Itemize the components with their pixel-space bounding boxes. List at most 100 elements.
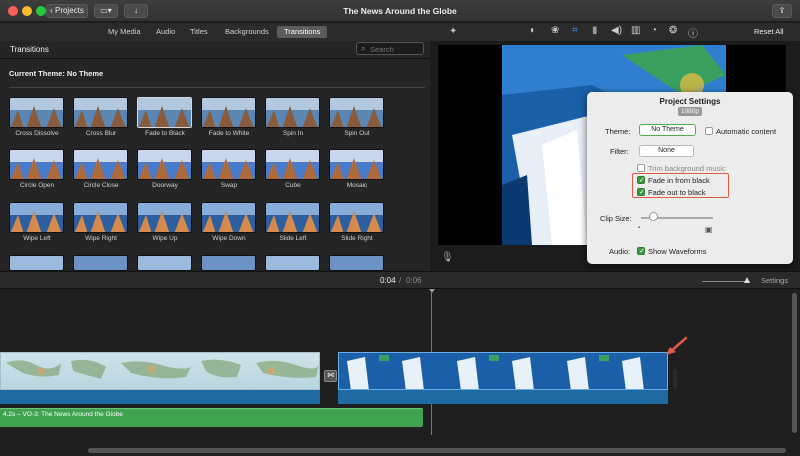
transition-label-slide-left: Slide Left (279, 235, 307, 242)
transition-label-spin-out: Spin Out (344, 130, 370, 137)
fade-out-label: Fade out to black (648, 188, 706, 197)
fade-in-label: Fade in from black (648, 176, 710, 185)
globe-clip-thumbnails (6, 359, 319, 379)
noise-reduction-icon[interactable]: ▥ (631, 25, 640, 36)
transition-thumb-spin-in[interactable] (265, 97, 320, 128)
transition-label-circle-close: Circle Close (83, 182, 119, 189)
tab-backgrounds[interactable]: Backgrounds (218, 26, 276, 38)
transition-thumb-partial[interactable] (137, 255, 192, 271)
horizontal-scrollbar[interactable] (88, 448, 786, 453)
transition-thumb-circle-close[interactable] (73, 149, 128, 180)
zoom-slider-knob[interactable] (744, 277, 750, 283)
transition-label-cube: Cube (285, 182, 301, 189)
zoom-slider-track[interactable] (702, 281, 750, 282)
transition-label-wipe-left: Wipe Left (23, 235, 51, 242)
transition-thumb-cross-blur[interactable] (73, 97, 128, 128)
transition-thumb-partial[interactable] (9, 255, 64, 271)
search-field[interactable]: ⌕ (356, 42, 424, 55)
clip-size-label: Clip Size: (600, 214, 632, 223)
video-clip-waterfall[interactable] (338, 352, 668, 390)
transition-thumb-partial[interactable] (73, 255, 128, 271)
transition-thumb-spin-out[interactable] (329, 97, 384, 128)
fade-in-checkbox[interactable] (637, 176, 645, 184)
transition-thumb-partial[interactable] (201, 255, 256, 271)
transition-thumb-partial[interactable] (329, 255, 384, 271)
transition-label-spin-in: Spin In (282, 130, 304, 137)
transition-thumb-fade-to-black[interactable] (137, 97, 192, 128)
time-separator: / (399, 276, 402, 285)
fade-out-checkbox[interactable] (637, 188, 645, 196)
clip-filter-icon[interactable]: ❂ (669, 25, 677, 36)
reset-all-button[interactable]: Reset All (754, 27, 784, 36)
tab-transitions[interactable]: Transitions (277, 26, 327, 38)
playback-bar: 0:04 / 0:06 Settings (0, 271, 800, 289)
small-clip-icon: ▪ (638, 225, 641, 231)
theme-divider (9, 87, 425, 88)
trim-music-checkbox[interactable] (637, 164, 645, 172)
show-waveforms-checkbox[interactable] (637, 247, 645, 255)
transition-icon[interactable]: ⋈ (324, 370, 337, 382)
project-settings-popover: Project Settings 1080p Theme: No Theme A… (587, 92, 793, 264)
transition-label-slide-right: Slide Right (341, 235, 373, 242)
tab-titles[interactable]: Titles (183, 26, 215, 38)
transition-label-swap: Swap (220, 182, 238, 189)
transition-thumb-wipe-right[interactable] (73, 202, 128, 233)
tab-audio[interactable]: Audio (149, 26, 182, 38)
transition-label-doorway: Doorway (152, 182, 178, 189)
transition-thumb-slide-right[interactable] (329, 202, 384, 233)
clip-end-handle[interactable] (673, 369, 677, 389)
transition-label-circle-open: Circle Open (19, 182, 55, 189)
search-input[interactable] (370, 44, 422, 54)
microphone-icon[interactable]: 🎙 (441, 252, 454, 263)
transition-label-wipe-right: Wipe Right (85, 235, 117, 242)
transition-label-cross-dissolve: Cross Dissolve (15, 130, 59, 137)
magic-wand-icon[interactable]: ✦ (449, 26, 457, 37)
share-button[interactable]: ⇪ (772, 4, 792, 18)
show-waveforms-label: Show Waveforms (648, 247, 707, 256)
automatic-content-checkbox[interactable] (705, 127, 713, 135)
transition-label-cross-blur: Cross Blur (85, 130, 117, 137)
transition-thumb-slide-left[interactable] (265, 202, 320, 233)
playhead-marker[interactable] (429, 289, 435, 293)
audio-label: Audio: (609, 247, 631, 256)
color-balance-icon[interactable]: ◐ (530, 25, 536, 36)
transition-thumb-wipe-left[interactable] (9, 202, 64, 233)
transition-label-wipe-up: Wipe Up (152, 235, 178, 242)
video-clip-globe[interactable] (0, 352, 320, 390)
stabilization-icon[interactable]: ▮ (592, 25, 598, 36)
total-time: 0:06 (406, 276, 422, 285)
title-bar: ‹ Projects ▭▾ ↓ The News Around the Glob… (0, 0, 800, 22)
voiceover-audio-clip[interactable]: 4.2s – VO-3: The News Around the Globe (0, 408, 423, 427)
info-icon[interactable]: ⓘ (688, 25, 698, 40)
browser-divider (0, 58, 430, 59)
color-correction-icon[interactable]: ❀ (551, 25, 559, 36)
popover-title: Project Settings (659, 97, 721, 106)
transition-label-wipe-down: Wipe Down (212, 235, 246, 242)
clip-size-slider-knob[interactable] (649, 212, 658, 221)
crop-icon[interactable]: ⌗ (572, 25, 578, 36)
timeline: ⋈ 4.2s – VO-3: The News Around the Globe (0, 289, 800, 456)
search-icon: ⌕ (361, 44, 366, 53)
transition-thumb-doorway[interactable] (137, 149, 192, 180)
transition-thumb-partial[interactable] (265, 255, 320, 271)
tab-my-media[interactable]: My Media (101, 26, 148, 38)
transition-thumb-cube[interactable] (265, 149, 320, 180)
transition-thumb-swap[interactable] (201, 149, 256, 180)
theme-select[interactable]: No Theme (639, 124, 696, 136)
transition-thumb-fade-to-white[interactable] (201, 97, 256, 128)
filter-select[interactable]: None (639, 145, 694, 157)
transition-thumb-cross-dissolve[interactable] (9, 97, 64, 128)
speed-icon[interactable]: ◔ (651, 25, 657, 36)
transition-thumb-wipe-down[interactable] (201, 202, 256, 233)
media-tab-bar: My Media Audio Titles Backgrounds Transi… (0, 23, 800, 41)
vertical-scrollbar[interactable] (792, 293, 797, 433)
waterfall-clip-audio (338, 390, 668, 404)
transition-thumb-wipe-up[interactable] (137, 202, 192, 233)
transition-thumb-circle-open[interactable] (9, 149, 64, 180)
transition-thumb-mosaic[interactable] (329, 149, 384, 180)
automatic-content-label: Automatic content (716, 127, 777, 136)
transition-label-fade-to-black: Fade to Black (145, 130, 185, 137)
volume-icon[interactable]: ◀) (611, 25, 622, 36)
large-clip-icon: ▣ (705, 225, 713, 234)
settings-button[interactable]: Settings (761, 276, 788, 285)
